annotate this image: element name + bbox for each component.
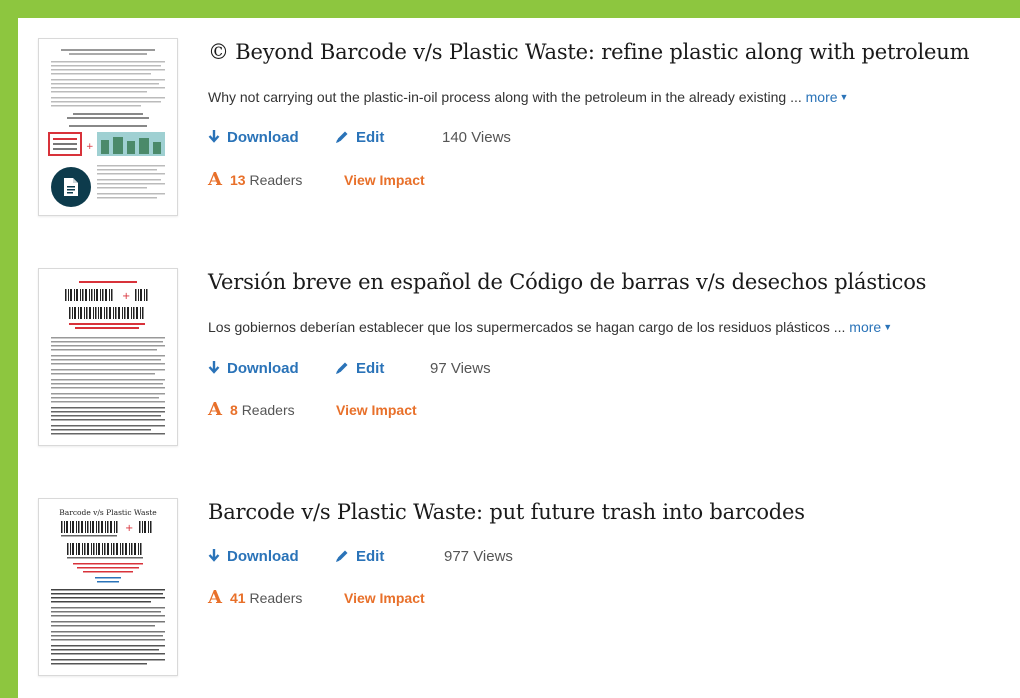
edit-label: Edit — [356, 548, 385, 565]
readers-number: 41 — [230, 590, 246, 606]
svg-text:+: + — [86, 142, 94, 152]
svg-text:+: + — [125, 523, 133, 534]
caret-down-icon: ▼ — [839, 92, 849, 102]
readers-count: 8 Readers — [230, 400, 295, 420]
edit-button[interactable]: Edit — [335, 128, 384, 148]
thumbnail-page-preview: + — [51, 281, 165, 435]
view-impact-link[interactable]: View Impact — [344, 170, 425, 190]
summary-text: Los gobiernos deberían establecer que lo… — [208, 319, 846, 335]
more-toggle[interactable]: more ▼ — [849, 319, 892, 335]
readers-label: Readers — [249, 172, 303, 188]
readers-label: Readers — [241, 402, 295, 418]
paper-summary: Los gobiernos deberían establecer que lo… — [208, 319, 892, 335]
view-impact-link[interactable]: View Impact — [344, 588, 425, 608]
download-label: Download — [227, 360, 299, 377]
edit-button[interactable]: Edit — [335, 547, 384, 567]
paper-title[interactable]: Versión breve en español de Código de ba… — [208, 270, 926, 294]
more-label: more — [849, 319, 882, 335]
caret-down-icon: ▼ — [883, 322, 893, 332]
edit-button[interactable]: Edit — [335, 359, 384, 379]
paper-thumbnail[interactable]: Barcode v/s Plastic Waste + — [38, 498, 178, 676]
readers-label: Readers — [249, 590, 303, 606]
download-arrow-icon — [208, 130, 220, 143]
more-toggle[interactable]: more ▼ — [806, 89, 849, 105]
view-impact-link[interactable]: View Impact — [336, 400, 417, 420]
pencil-icon — [336, 131, 348, 143]
download-label: Download — [227, 129, 299, 146]
readers-number: 13 — [230, 172, 246, 188]
edit-label: Edit — [356, 129, 385, 146]
document-icon — [51, 167, 91, 207]
edit-label: Edit — [356, 360, 385, 377]
paper-thumbnail[interactable]: + — [38, 268, 178, 446]
views-count: 977 Views — [444, 548, 513, 565]
download-label: Download — [227, 548, 299, 565]
summary-text: Why not carrying out the plastic-in-oil … — [208, 89, 802, 105]
paper-summary: Why not carrying out the plastic-in-oil … — [208, 89, 848, 105]
views-count: 97 Views — [430, 360, 491, 377]
download-button[interactable]: Download — [208, 128, 299, 148]
pencil-icon — [336, 362, 348, 374]
papers-list: + © Beyond Barcode v/s Plastic Waste: re… — [18, 18, 1020, 698]
download-arrow-icon — [208, 549, 220, 562]
thumbnail-page-preview: Barcode v/s Plastic Waste + — [51, 508, 165, 665]
pencil-icon — [336, 550, 348, 562]
download-arrow-icon — [208, 361, 220, 374]
thumbnail-heading: Barcode v/s Plastic Waste — [59, 508, 157, 517]
download-button[interactable]: Download — [208, 547, 299, 567]
academia-a-icon: A — [208, 399, 222, 420]
readers-count: 41 Readers — [230, 588, 302, 608]
paper-thumbnail[interactable]: + — [38, 38, 178, 216]
paper-title[interactable]: © Beyond Barcode v/s Plastic Waste: refi… — [208, 40, 969, 64]
views-count: 140 Views — [442, 129, 511, 146]
readers-count: 13 Readers — [230, 170, 302, 190]
academia-a-icon: A — [208, 587, 222, 608]
svg-text:+: + — [122, 291, 130, 302]
more-label: more — [805, 89, 838, 105]
paper-title[interactable]: Barcode v/s Plastic Waste: put future tr… — [208, 500, 805, 524]
academia-a-icon: A — [208, 169, 222, 190]
readers-number: 8 — [230, 402, 238, 418]
download-button[interactable]: Download — [208, 359, 299, 379]
